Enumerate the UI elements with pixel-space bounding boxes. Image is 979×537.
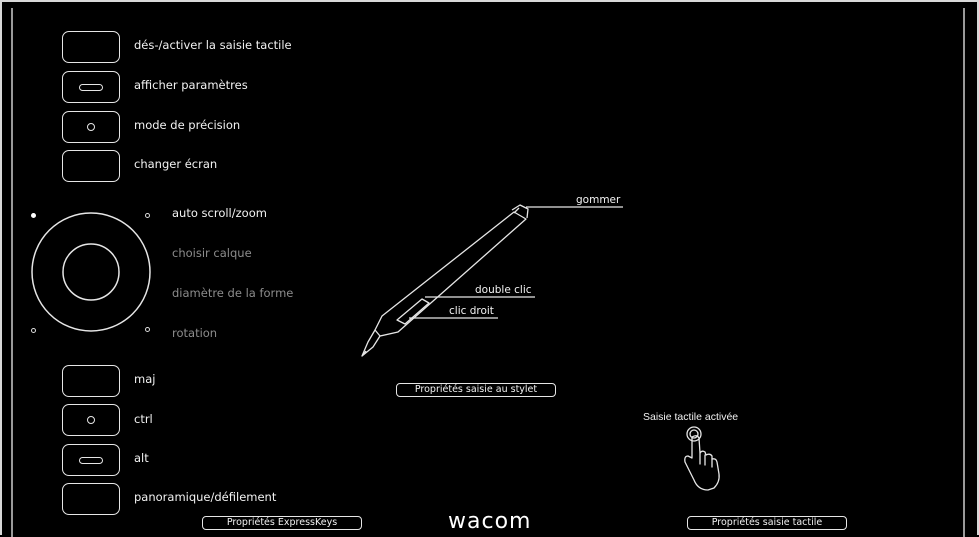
touch-hand-icon: [684, 426, 720, 491]
wacom-logo: wacom: [448, 509, 532, 534]
tablet-properties-panel: dés-/activer la saisie tactile afficher …: [0, 0, 979, 537]
